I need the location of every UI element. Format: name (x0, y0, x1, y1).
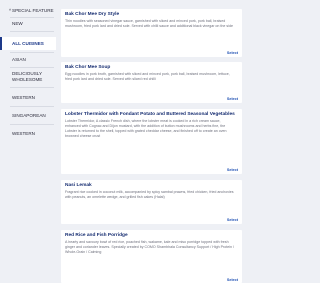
sidebar-item-label: ASIAN (12, 57, 26, 62)
select-button[interactable]: Select (227, 218, 238, 222)
dish-description: Fragrant rice cooked in coconut milk, ac… (65, 190, 234, 199)
sidebar-item-asian[interactable]: ASIAN (0, 57, 56, 63)
dish-title: Bak Chor Mee Dry Style (65, 12, 120, 17)
chevron-up-icon: ^ (9, 8, 12, 13)
sidebar-item-label: NEW (12, 21, 23, 26)
sidebar-item-label: WESTERN (12, 95, 35, 100)
divider (10, 124, 54, 125)
dish-title: Lobster Thermidor with Fondant Potato an… (65, 112, 235, 117)
divider (10, 87, 54, 88)
dish-card: Lobster Thermidor with Fondant Potato an… (61, 109, 242, 174)
sidebar-item-new[interactable]: NEW (0, 21, 56, 27)
select-button[interactable]: Select (227, 51, 238, 55)
dish-title: Red Rice and Fish Porridge (65, 233, 128, 238)
select-button[interactable]: Select (227, 168, 238, 172)
sidebar-item-label: ALL CUISINES (12, 40, 44, 46)
sidebar-item-label: WESTERN (12, 131, 35, 136)
sidebar-item-all-cuisines[interactable]: ALL CUISINES (0, 37, 56, 50)
dish-description: Lobster Thermidor, A classic French dish… (65, 119, 227, 138)
dish-description: Thin noodles with seasoned vinegar sauce… (65, 19, 234, 28)
dish-card: Red Rice and Fish Porridge A hearty and … (61, 230, 242, 283)
sidebar-item-western[interactable]: WESTERN (0, 95, 56, 101)
select-button[interactable]: Select (227, 278, 238, 282)
divider (10, 67, 54, 68)
dish-title: Nasi Lemak (65, 183, 92, 188)
dish-description: A hearty and savoury bowl of red rice, p… (65, 240, 234, 254)
dish-description: Egg noodles in pork broth, garnished wit… (65, 72, 230, 81)
dish-card: Bak Chor Mee Soup Egg noodles in pork br… (61, 62, 242, 103)
divider (10, 52, 54, 53)
sidebar-item-singaporean[interactable]: SINGAPOREAN (0, 113, 56, 119)
sidebar-item-western[interactable]: WESTERN (0, 131, 56, 137)
cuisine-sidebar: ^ SPECIAL FEATURE NEW ALL CUISINES ASIAN… (0, 0, 56, 283)
sidebar-item-special-feature[interactable]: ^ SPECIAL FEATURE (0, 8, 56, 14)
dish-card: Nasi Lemak Fragrant rice cooked in cocon… (61, 180, 242, 224)
dish-card: Bak Chor Mee Dry Style Thin noodles with… (61, 9, 242, 57)
sidebar-item-label: DELICIOUSLY WHOLESOME (12, 71, 43, 82)
select-button[interactable]: Select (227, 97, 238, 101)
sidebar-item-label: SPECIAL FEATURE (12, 8, 54, 13)
divider (10, 31, 54, 32)
dish-title: Bak Chor Mee Soup (65, 65, 111, 70)
sidebar-item-deliciously-wholesome[interactable]: DELICIOUSLY WHOLESOME (0, 71, 56, 83)
active-indicator (0, 37, 2, 50)
divider (10, 106, 54, 107)
divider (10, 17, 54, 18)
sidebar-item-label: SINGAPOREAN (12, 113, 46, 118)
